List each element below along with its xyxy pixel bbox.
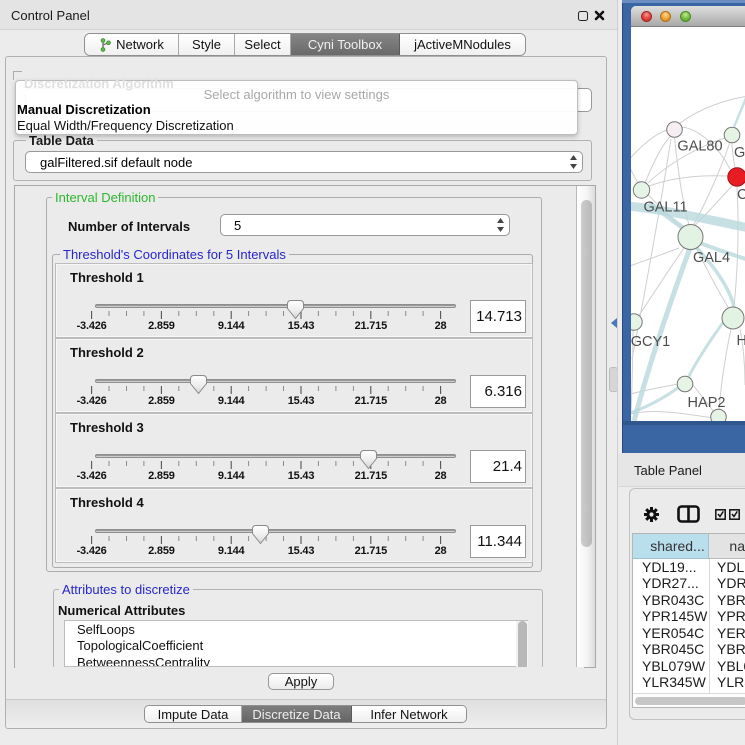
svg-text:GAL80: GAL80 <box>677 139 722 155</box>
svg-text:H: H <box>737 333 745 349</box>
svg-text:G: G <box>734 145 745 161</box>
svg-text:GAL4: GAL4 <box>693 250 730 266</box>
svg-text:GCY1: GCY1 <box>631 334 670 350</box>
svg-text:C: C <box>737 187 745 203</box>
svg-text:GAL11: GAL11 <box>643 200 687 216</box>
svg-text:HAP2: HAP2 <box>688 395 726 411</box>
